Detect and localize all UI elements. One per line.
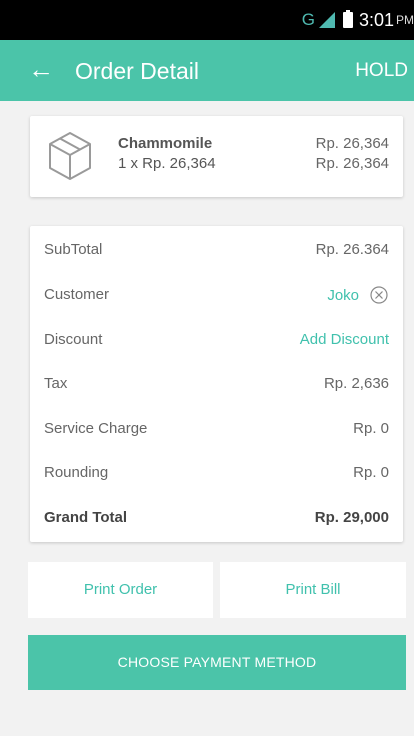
- app-bar: ← Order Detail HOLD: [0, 40, 414, 101]
- hold-button[interactable]: HOLD: [355, 58, 408, 84]
- grand-total-value: Rp. 29,000: [314, 509, 389, 526]
- subtotal-row: SubTotal Rp. 26.364: [30, 228, 403, 272]
- tax-value: Rp. 2,636: [323, 375, 389, 392]
- customer-label: Customer: [44, 286, 110, 303]
- order-item-card[interactable]: Chammomile 1 x Rp. 26,364 Rp. 26,364 Rp.…: [30, 116, 403, 197]
- customer-name-link[interactable]: Joko: [327, 287, 359, 304]
- choose-payment-method-button[interactable]: CHOOSE PAYMENT METHOD: [28, 635, 406, 690]
- order-summary-card: SubTotal Rp. 26.364 Customer Joko Discou…: [30, 226, 403, 542]
- print-bill-button[interactable]: Print Bill: [220, 562, 406, 618]
- clock-ampm: PM: [396, 13, 414, 27]
- signal-icon: [318, 12, 335, 28]
- tax-row: Tax Rp. 2,636: [30, 362, 403, 406]
- subtotal-value: Rp. 26.364: [315, 241, 389, 258]
- service-charge-value: Rp. 0: [353, 420, 389, 437]
- subtotal-label: SubTotal: [44, 241, 103, 258]
- item-quantity: 1 x Rp. 26,364: [118, 155, 216, 172]
- clock-time: 3:01: [358, 9, 394, 30]
- close-circle-icon[interactable]: [369, 285, 389, 305]
- page-title: Order Detail: [75, 58, 199, 84]
- status-bar: G 3:01 PM: [0, 0, 414, 40]
- service-charge-label: Service Charge: [44, 420, 148, 437]
- box-icon: [49, 132, 91, 180]
- print-order-button[interactable]: Print Order: [28, 562, 213, 618]
- rounding-value: Rp. 0: [353, 464, 389, 481]
- battery-icon: [342, 10, 353, 28]
- item-total-price: Rp. 26,364: [315, 155, 389, 172]
- tax-label: Tax: [44, 375, 68, 392]
- customer-value-group: Joko: [327, 273, 389, 317]
- rounding-row: Rounding Rp. 0: [30, 451, 403, 495]
- item-name: Chammomile: [118, 135, 213, 152]
- back-arrow-icon[interactable]: ←: [28, 54, 54, 84]
- rounding-label: Rounding: [44, 464, 109, 481]
- service-charge-row: Service Charge Rp. 0: [30, 407, 403, 451]
- discount-row: Discount Add Discount: [30, 318, 403, 362]
- network-type: G: [301, 10, 315, 29]
- grand-total-label: Grand Total: [44, 509, 128, 526]
- customer-row: Customer Joko: [30, 273, 403, 317]
- discount-label: Discount: [44, 331, 103, 348]
- status-indicators: G 3:01 PM: [302, 9, 414, 31]
- item-unit-price: Rp. 26,364: [315, 135, 389, 152]
- add-discount-link[interactable]: Add Discount: [300, 318, 389, 362]
- grand-total-row: Grand Total Rp. 29,000: [30, 496, 403, 540]
